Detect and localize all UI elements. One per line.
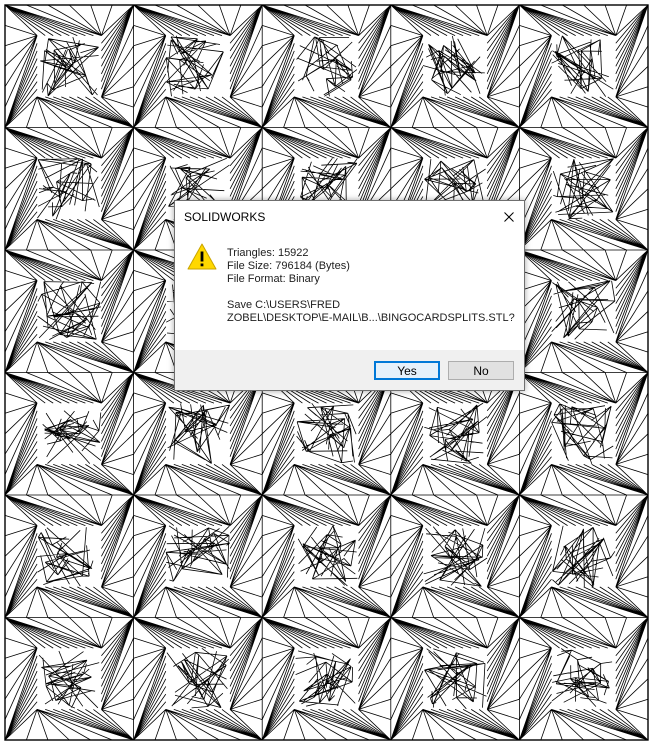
yes-button[interactable]: Yes	[374, 361, 440, 380]
no-button[interactable]: No	[448, 361, 514, 380]
dialog-message: Triangles: 15922 File Size: 796184 (Byte…	[227, 247, 515, 325]
dialog-body: Triangles: 15922 File Size: 796184 (Byte…	[175, 232, 524, 351]
file-format: File Format: Binary	[227, 273, 320, 285]
save-prompt-line-1: Save C:\USERS\FRED	[227, 299, 341, 311]
close-button[interactable]	[493, 201, 524, 232]
dialog-title: SOLIDWORKS	[184, 210, 266, 224]
save-prompt-line-2: ZOBEL\DESKTOP\E-MAIL\B...\BINGOCARDSPLIT…	[227, 312, 515, 324]
file-size: File Size: 796184 (Bytes)	[227, 260, 350, 272]
dialog-titlebar[interactable]: SOLIDWORKS	[175, 201, 524, 232]
triangles-count: Triangles: 15922	[227, 247, 309, 259]
close-icon	[503, 211, 514, 222]
dialog-button-bar: Yes No	[175, 350, 524, 390]
solidworks-save-dialog: SOLIDWORKS Triangles: 15922 File Size: 7…	[174, 200, 525, 391]
warning-icon	[187, 243, 217, 270]
